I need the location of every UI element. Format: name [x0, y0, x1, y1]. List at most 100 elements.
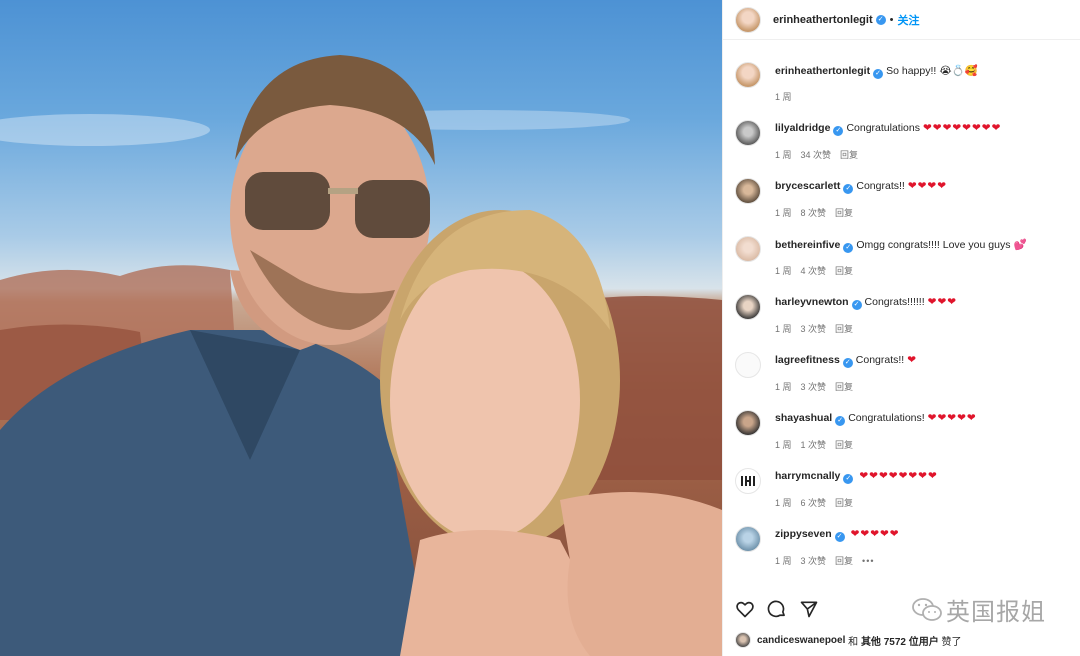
- comment-time: 1 周: [775, 266, 792, 276]
- reply-button[interactable]: 回复: [835, 440, 853, 450]
- verified-icon: ✓: [851, 300, 862, 310]
- comment-emoji: ❤❤❤❤❤: [850, 528, 900, 540]
- comment-text: Congrats!!: [855, 354, 905, 366]
- avatar[interactable]: [735, 62, 761, 88]
- comment-item: brycescarlett ✓ Congrats!! ❤❤❤❤ 1 周 8 次赞 回复: [735, 172, 1070, 224]
- comment-username[interactable]: brycescarlett: [775, 180, 840, 192]
- comment-time: 1 周: [775, 324, 792, 334]
- comment-username[interactable]: lilyaldridge: [775, 122, 830, 134]
- watermark: 英国报姐: [912, 592, 1046, 627]
- comment-likes[interactable]: 1 次赞: [801, 440, 827, 450]
- post-header: erinheathertonlegit ✓ • 关注: [723, 0, 1080, 40]
- verified-icon: ✓: [833, 126, 844, 136]
- separator-dot: •: [889, 13, 894, 26]
- avatar[interactable]: [735, 468, 761, 494]
- comment-likes[interactable]: 3 次赞: [801, 382, 827, 392]
- comment-time: 1 周: [775, 440, 792, 450]
- reply-button[interactable]: 回复: [835, 382, 853, 392]
- avatar[interactable]: [735, 178, 761, 204]
- comment-item: lagreefitness ✓ Congrats!! ❤ 1 周 3 次赞 回复: [735, 346, 1070, 398]
- comment-item: harrymcnally ✓ ❤❤❤❤❤❤❤❤ 1 周 6 次赞 回复: [735, 462, 1070, 514]
- comment-item: lilyaldridge ✓ Congratulations ❤❤❤❤❤❤❤❤ 1 周…: [735, 114, 1070, 166]
- comment-time: 1 周: [775, 150, 792, 160]
- comment-likes[interactable]: 6 次赞: [801, 498, 827, 508]
- comment-text: Congrats!!!!!!: [864, 296, 925, 308]
- comment-text: Omgg congrats!!!! Love you guys: [856, 239, 1011, 251]
- comment-time: 1 周: [775, 382, 792, 392]
- comment-username[interactable]: harrymcnally: [775, 470, 840, 482]
- more-options-button[interactable]: •••: [862, 556, 874, 566]
- comment-emoji: ❤❤❤❤❤❤❤❤: [859, 470, 938, 482]
- post-sidebar: erinheathertonlegit ✓ • 关注 erinheatherto…: [722, 0, 1080, 656]
- comment-emoji: ❤: [907, 354, 918, 366]
- comment-item: shayashual ✓ Congratulations! ❤❤❤❤❤ 1 周 1 次赞…: [735, 404, 1070, 456]
- comment-likes[interactable]: 3 次赞: [801, 324, 827, 334]
- avatar[interactable]: [735, 294, 761, 320]
- reply-button[interactable]: 回复: [835, 324, 853, 334]
- verified-icon: ✓: [873, 69, 884, 79]
- avatar[interactable]: [735, 410, 761, 436]
- comment-text: Congrats!!: [856, 180, 905, 192]
- comment-time: 1 周: [775, 498, 792, 508]
- verified-icon: ✓: [843, 243, 854, 253]
- liked-by: candiceswanepoel 和 其他 7572 位用户 赞了: [735, 632, 962, 648]
- comment-item: bethereinfive ✓ Omgg congrats!!!! Love you…: [735, 230, 1070, 282]
- caption-emoji: 😭💍🥰: [939, 65, 978, 77]
- verified-icon: ✓: [875, 14, 886, 25]
- comment-emoji: 💕: [1013, 239, 1028, 251]
- reply-button[interactable]: 回复: [835, 266, 853, 276]
- comment-time: 1 周: [775, 556, 792, 566]
- comment-likes[interactable]: 8 次赞: [801, 208, 827, 218]
- comment-username[interactable]: zippyseven: [775, 528, 832, 540]
- comment-item: harleyvnewton ✓ Congrats!!!!!! ❤❤❤ 1 周 3 次赞回…: [735, 288, 1070, 340]
- comment-emoji: ❤❤❤❤❤: [927, 412, 977, 424]
- comment-username[interactable]: shayashual: [775, 412, 832, 424]
- comment-emoji: ❤❤❤: [927, 296, 958, 308]
- liked-by-conjunction: 和: [845, 636, 861, 648]
- verified-icon: ✓: [843, 474, 854, 484]
- comment-likes[interactable]: 4 次赞: [801, 266, 827, 276]
- photo-illustration: [0, 55, 722, 656]
- watermark-text: 英国报姐: [946, 598, 1046, 626]
- avatar[interactable]: [735, 526, 761, 552]
- follow-button[interactable]: 关注: [897, 12, 919, 28]
- caption: erinheathertonlegit ✓ So happy!! 😭💍🥰 1 周: [735, 56, 1070, 108]
- comment-icon[interactable]: [767, 599, 787, 619]
- comment-text: Congratulations: [846, 122, 920, 134]
- reply-button[interactable]: 回复: [835, 556, 853, 566]
- avatar[interactable]: [735, 352, 761, 378]
- liked-by-username[interactable]: candiceswanepoel: [757, 635, 845, 646]
- verified-icon: ✓: [835, 416, 846, 426]
- comment-likes[interactable]: 34 次赞: [801, 150, 832, 160]
- caption-time: 1 周: [775, 92, 792, 102]
- wechat-icon: [912, 597, 942, 621]
- avatar[interactable]: [735, 236, 761, 262]
- liked-by-others[interactable]: 其他 7572 位用户: [861, 633, 939, 648]
- comment-emoji: ❤❤❤❤: [907, 180, 948, 192]
- comment-username[interactable]: lagreefitness: [775, 354, 840, 366]
- comment-item: zippyseven ✓ ❤❤❤❤❤ 1 周 3 次赞 回复 •••: [735, 520, 1070, 572]
- author-avatar[interactable]: [735, 6, 761, 33]
- comment-likes[interactable]: 3 次赞: [801, 556, 827, 566]
- comment-username[interactable]: bethereinfive: [775, 239, 840, 251]
- comment-time: 1 周: [775, 208, 792, 218]
- reply-button[interactable]: 回复: [835, 498, 853, 508]
- verified-icon: ✓: [843, 184, 854, 194]
- caption-username[interactable]: erinheathertonlegit: [775, 65, 870, 77]
- verified-icon: ✓: [834, 532, 845, 542]
- verified-icon: ✓: [842, 358, 853, 368]
- comment-username[interactable]: harleyvnewton: [775, 296, 849, 308]
- post-photo: [0, 0, 722, 656]
- avatar[interactable]: [735, 632, 751, 648]
- caption-text: So happy!!: [886, 65, 937, 77]
- harry-logo-icon: [741, 476, 755, 486]
- share-icon[interactable]: [799, 599, 819, 619]
- liked-by-suffix: 赞了: [938, 636, 962, 648]
- reply-button[interactable]: 回复: [835, 208, 853, 218]
- comment-text: Congratulations!: [848, 412, 925, 424]
- author-username[interactable]: erinheathertonlegit: [773, 14, 873, 26]
- reply-button[interactable]: 回复: [840, 150, 858, 160]
- heart-icon[interactable]: [735, 599, 755, 619]
- comment-emoji: ❤❤❤❤❤❤❤❤: [922, 122, 1002, 134]
- avatar[interactable]: [735, 120, 761, 146]
